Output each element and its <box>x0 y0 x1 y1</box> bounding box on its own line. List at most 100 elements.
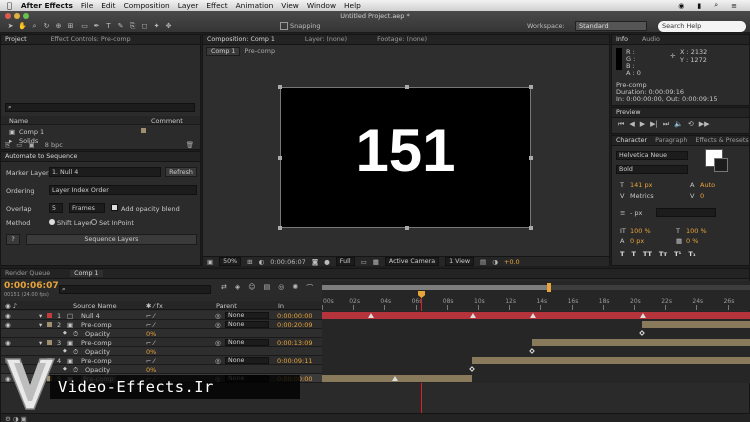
layer-duration-bar[interactable] <box>472 357 750 364</box>
stroke-width-value[interactable]: - px <box>630 209 642 217</box>
bbox-handle[interactable] <box>529 156 533 160</box>
search-help-input[interactable]: Search Help <box>658 21 746 32</box>
exposure-value[interactable]: +0.0 <box>504 258 520 266</box>
expand-twirl-icon[interactable]: ▾ <box>39 339 42 347</box>
layer-in-point[interactable]: 0:00:00:00 <box>277 312 313 320</box>
snapping-checkbox[interactable] <box>280 22 288 30</box>
expand-twirl-icon[interactable]: ▾ <box>39 321 42 329</box>
faux-italic-icon[interactable]: T <box>631 250 635 258</box>
layer-row[interactable]: ◉ ▾ 2 ▣ Pre-comp ⌐ ⁄ ◎ None 0:00:20:09 <box>1 320 322 329</box>
tab-project[interactable]: Project <box>5 36 27 43</box>
stroke-type-select[interactable] <box>656 208 716 217</box>
keyframe-navigator-icon[interactable]: ◆ <box>63 330 67 336</box>
resolution-select[interactable]: Full <box>335 257 355 266</box>
font-family-select[interactable]: Helvetica Neue <box>616 151 688 160</box>
visibility-eye-icon[interactable]: ◉ <box>5 339 11 347</box>
marker-layer-select[interactable]: 1. Null 4 <box>49 167 161 177</box>
keyframe[interactable] <box>639 330 645 336</box>
interpret-footage-icon[interactable]: ⎘ <box>5 141 10 149</box>
layer-label-color[interactable] <box>47 313 52 318</box>
exposure-icon[interactable]: ◑ <box>492 258 498 266</box>
toggle-pixel-icon[interactable]: ▤ <box>480 258 486 266</box>
toggle-switches-modes-icon[interactable]: ⚙ ◑ ▣ <box>5 415 27 422</box>
pen-tool-icon[interactable]: ✒ <box>92 22 101 31</box>
transparency-grid-icon[interactable]: ▦ <box>373 258 379 266</box>
comp-timecode[interactable]: 0:00:06:07 <box>270 258 306 266</box>
opacity-blend-checkbox[interactable] <box>111 204 118 211</box>
new-comp-icon[interactable]: ▣ <box>29 141 35 149</box>
camera-tool-icon[interactable]: ⊕ <box>54 22 63 31</box>
layer-duration-bar[interactable] <box>642 321 750 328</box>
column-source-name[interactable]: Source Name <box>73 302 117 310</box>
shy-icon[interactable]: ☺ <box>248 283 255 293</box>
column-in[interactable]: In <box>278 302 284 310</box>
work-area-bar[interactable] <box>322 285 549 290</box>
apple-icon[interactable]:  <box>7 1 12 10</box>
pan-behind-tool-icon[interactable]: ⊞ <box>66 22 75 31</box>
property-row[interactable]: ◆ ⏱ Opacity 0% <box>1 329 322 338</box>
spotlight-icon[interactable]: ⌕ <box>714 1 718 10</box>
eraser-tool-icon[interactable]: ◻ <box>140 22 149 31</box>
layer-switches[interactable]: ⌐ ⁄ <box>146 339 155 347</box>
workspace-select[interactable]: Standard <box>575 21 647 31</box>
mask-tool-icon[interactable]: ▭ <box>80 22 89 31</box>
tab-effects-presets[interactable]: Effects & Presets <box>695 137 748 144</box>
always-preview-icon[interactable]: ▣ <box>207 258 213 266</box>
ram-preview-icon[interactable]: ▶▶ <box>699 120 710 129</box>
comp-mini-flowchart-icon[interactable]: ⇄ <box>221 283 227 293</box>
column-comment[interactable]: Comment <box>151 117 183 125</box>
menu-animation[interactable]: Animation <box>236 1 274 10</box>
layer-marker[interactable] <box>640 313 646 318</box>
project-search-input[interactable]: ⌕ <box>5 103 195 112</box>
type-tool-icon[interactable]: T <box>104 22 113 31</box>
kerning-value[interactable]: Metrics <box>630 192 654 200</box>
column-parent[interactable]: Parent <box>216 302 237 310</box>
layer-switches[interactable]: ⌐ ⁄ <box>146 312 155 320</box>
menu-composition[interactable]: Composition <box>124 1 170 10</box>
layer-duration-bar[interactable] <box>532 339 750 346</box>
next-frame-icon[interactable]: ▶| <box>650 120 658 129</box>
menu-help[interactable]: Help <box>344 1 361 10</box>
roi-icon[interactable]: ▭ <box>361 258 367 266</box>
tab-automate-to-sequence[interactable]: Automate to Sequence <box>5 153 77 160</box>
menu-window[interactable]: Window <box>307 1 336 10</box>
layer-marker[interactable] <box>368 313 374 318</box>
wifi-icon[interactable]: ◉ <box>678 2 684 10</box>
layer-row[interactable]: ◉ ▾ 1 □ Null 4 ⌐ ⁄ ◎ None 0:00:00:00 <box>1 311 322 320</box>
zoom-tool-icon[interactable]: ⌕ <box>30 22 39 31</box>
layer-in-point[interactable]: 0:00:13:09 <box>277 339 313 347</box>
parent-select[interactable]: None <box>225 321 269 328</box>
tracking-value[interactable]: 0 <box>700 192 704 200</box>
parent-pickwhip-icon[interactable]: ◎ <box>215 339 221 347</box>
bbox-handle[interactable] <box>405 85 409 89</box>
tab-character[interactable]: Character <box>616 137 647 144</box>
safe-area-icon[interactable]: ⊞ <box>247 258 252 266</box>
sequence-layers-button[interactable]: Sequence Layers <box>26 234 197 245</box>
last-frame-icon[interactable]: ⏭ <box>663 120 669 129</box>
subscript-icon[interactable]: T₁ <box>688 250 695 258</box>
bbox-handle[interactable] <box>529 226 533 230</box>
leading-value[interactable]: Auto <box>700 181 715 189</box>
tab-composition[interactable]: Composition: Comp 1 <box>207 36 275 43</box>
battery-icon[interactable]: ▮ <box>697 2 701 10</box>
ordering-select[interactable]: Layer Index Order <box>49 185 197 195</box>
layer-name[interactable]: Pre-comp <box>81 339 112 347</box>
breadcrumb-precomp[interactable]: Pre-comp <box>244 47 275 56</box>
tab-render-queue[interactable]: Render Queue <box>5 270 50 277</box>
baseline-shift-value[interactable]: 0 px <box>630 237 644 245</box>
timeline-search-input[interactable]: ⌕ <box>59 285 211 294</box>
bbox-handle[interactable] <box>405 226 409 230</box>
tab-layer[interactable]: Layer: (none) <box>305 36 347 43</box>
bbox-handle[interactable] <box>529 85 533 89</box>
tab-paragraph[interactable]: Paragraph <box>655 137 687 144</box>
comp-canvas[interactable]: 151 <box>278 85 533 230</box>
layer-marker[interactable] <box>530 313 536 318</box>
layer-row[interactable]: ◉ ▾ 3 ▣ Pre-comp ⌐ ⁄ ◎ None 0:00:13:09 <box>1 338 322 347</box>
work-area-end-handle[interactable] <box>547 283 551 292</box>
first-frame-icon[interactable]: ⏮ <box>618 120 624 129</box>
bbox-handle[interactable] <box>278 156 282 160</box>
all-caps-icon[interactable]: TT <box>643 250 652 258</box>
hand-tool-icon[interactable]: ✋ <box>18 22 27 31</box>
mask-visibility-icon[interactable]: ◐ <box>259 258 265 266</box>
keyframe[interactable] <box>529 348 535 354</box>
